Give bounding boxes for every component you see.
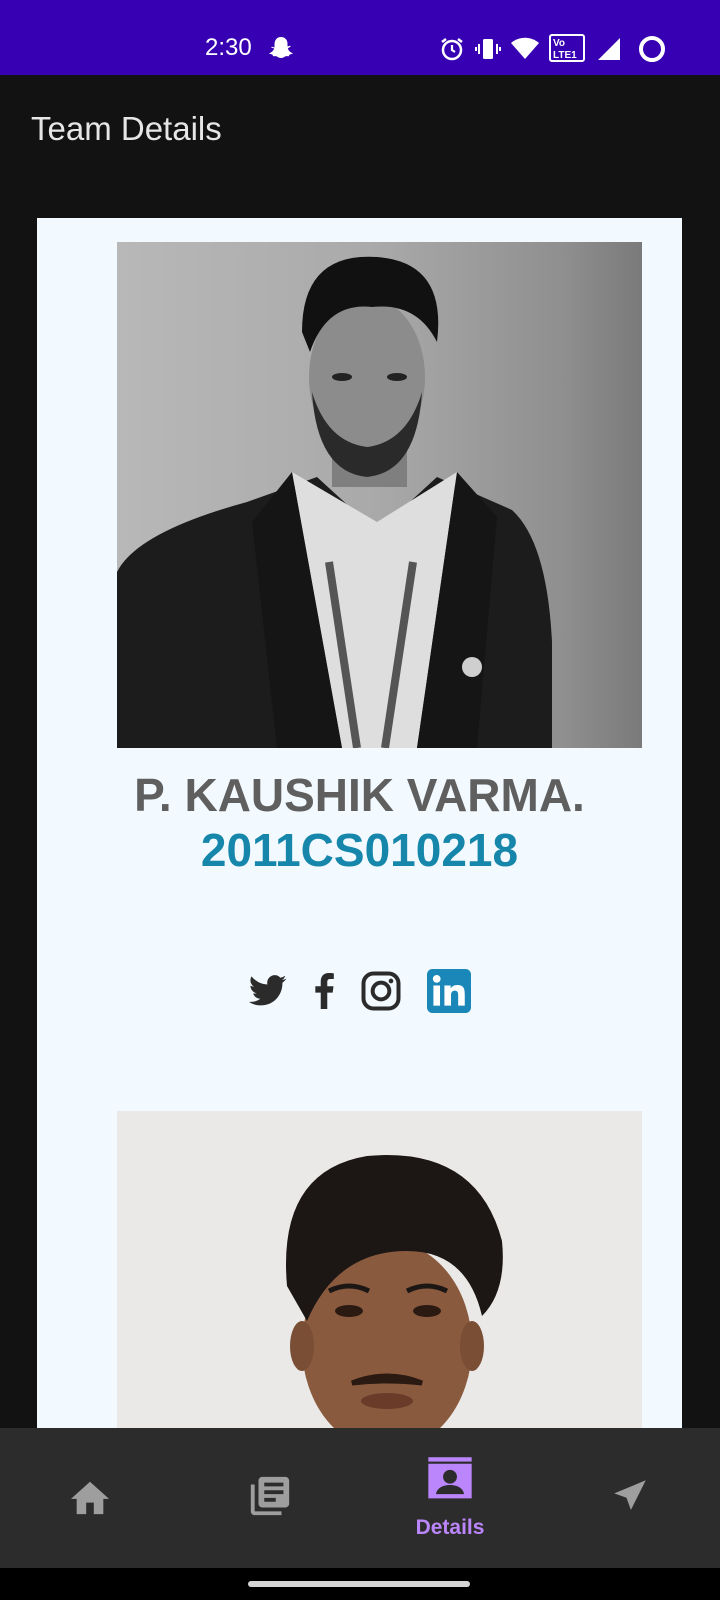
twitter-icon[interactable] (248, 975, 287, 1007)
team-card-panel: P. KAUSHIK VARMA. 2011CS010218 (37, 218, 682, 1428)
nav-item-send[interactable] (540, 1428, 720, 1568)
instagram-icon[interactable] (361, 971, 401, 1011)
linkedin-icon[interactable] (426, 969, 471, 1013)
social-links (37, 968, 682, 1014)
nav-item-home[interactable] (0, 1428, 180, 1568)
library-icon (247, 1473, 293, 1524)
alarm-icon (439, 36, 465, 67)
status-bar: 2:30 Vo LTE1 (0, 0, 720, 75)
battery-saver-icon (637, 34, 667, 69)
contact-card-icon (424, 1456, 476, 1508)
team-list[interactable]: P. KAUSHIK VARMA. 2011CS010218 (0, 188, 720, 1428)
svg-text:LTE1: LTE1 (553, 50, 577, 61)
svg-text:Vo: Vo (553, 38, 565, 49)
nav-label-details: Details (415, 1515, 485, 1539)
wifi-icon (510, 36, 540, 67)
send-icon (609, 1475, 651, 1522)
member-photo (117, 1111, 642, 1428)
vibrate-icon (475, 36, 501, 67)
volte-icon: Vo LTE1 (549, 34, 585, 67)
nav-item-details[interactable]: Details (360, 1428, 540, 1568)
snapchat-icon (268, 35, 294, 66)
nav-item-library[interactable] (180, 1428, 360, 1568)
app-bar: Team Details (0, 75, 720, 188)
member-name: P. KAUSHIK VARMA. (134, 769, 585, 821)
gesture-bar (0, 1568, 720, 1600)
gesture-handle[interactable] (248, 1581, 470, 1587)
home-icon (67, 1476, 113, 1521)
facebook-icon[interactable] (313, 973, 335, 1009)
member-photo (117, 242, 642, 748)
member-roll-number: 2011CS010218 (200, 824, 519, 876)
status-time: 2:30 (205, 34, 252, 61)
bottom-navigation: Details (0, 1428, 720, 1568)
page-title: Team Details (31, 110, 222, 147)
signal-icon (596, 36, 622, 67)
